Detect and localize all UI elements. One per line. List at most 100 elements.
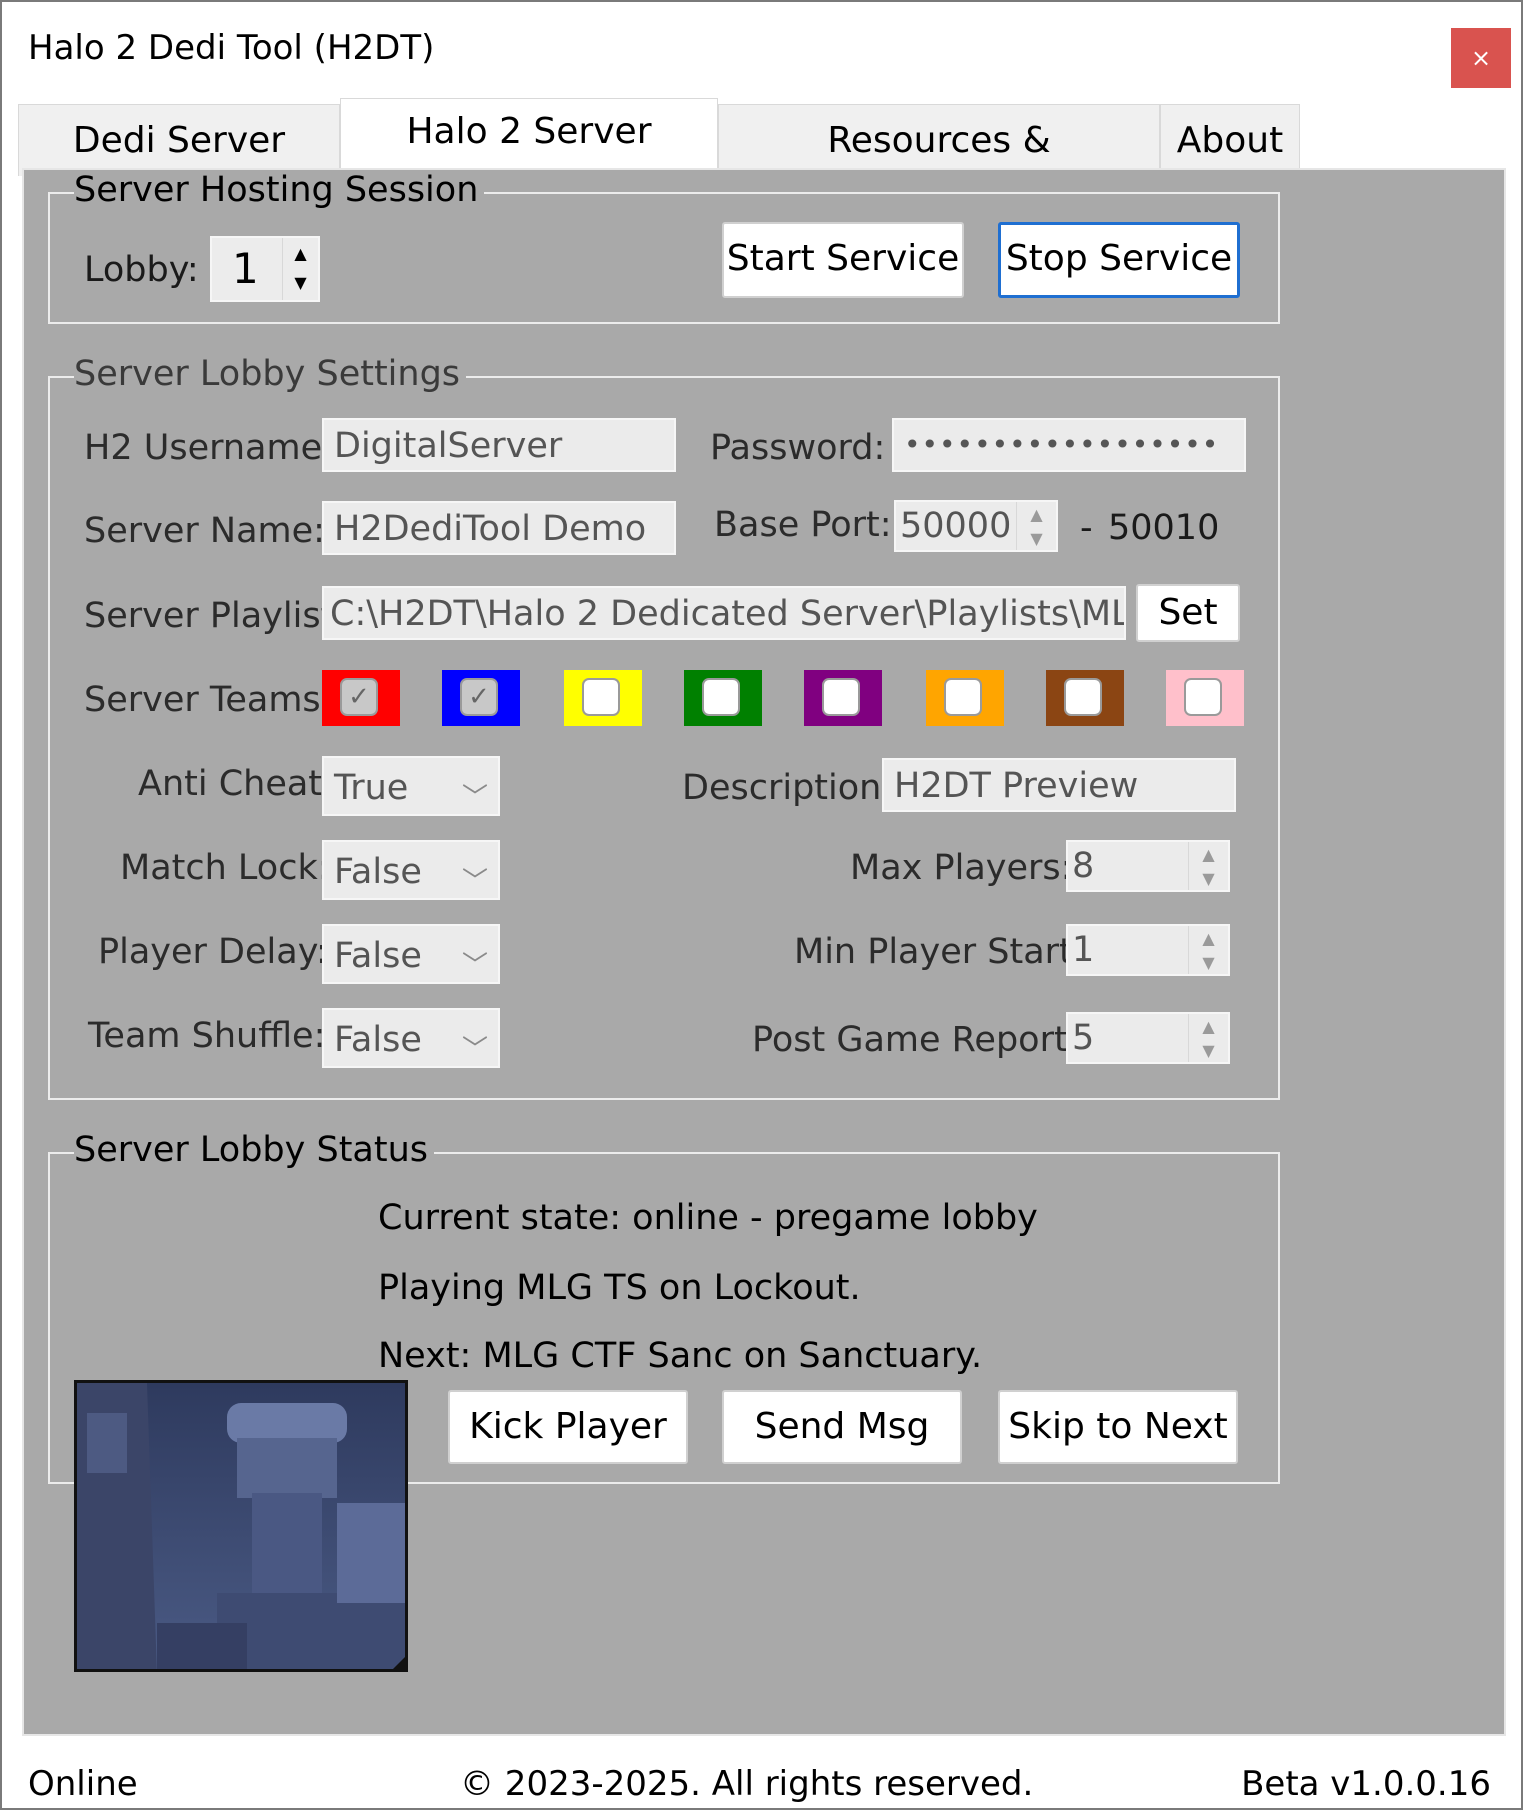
port-range-end: 50010 xyxy=(1108,508,1220,548)
player-delay-select[interactable]: False ﹀ xyxy=(322,924,500,984)
title-bar: Halo 2 Dedi Tool (H2DT) × xyxy=(2,2,1521,98)
player-delay-value: False xyxy=(334,936,422,976)
min-player-start-arrows[interactable]: ▲ ▼ xyxy=(1188,926,1228,974)
min-player-start-value: 1 xyxy=(1072,930,1095,970)
checkmark-icon: ✓ xyxy=(468,682,490,712)
server-lobby-status-title: Server Lobby Status xyxy=(74,1130,434,1170)
spin-up-icon[interactable]: ▲ xyxy=(1189,1014,1228,1038)
chevron-down-icon: ﹀ xyxy=(461,867,488,897)
team-shuffle-select[interactable]: False ﹀ xyxy=(322,1008,500,1068)
match-lock-select[interactable]: False ﹀ xyxy=(322,840,500,900)
port-range-separator: - xyxy=(1080,508,1093,548)
team-color-4 xyxy=(684,670,762,726)
team-color-1: ✓ xyxy=(322,670,400,726)
tab-halo-2-server-hosting[interactable]: Halo 2 Server Hosting xyxy=(340,98,718,218)
team-color-7 xyxy=(1046,670,1124,726)
spin-up-icon[interactable]: ▲ xyxy=(1189,842,1228,866)
base-port-arrows[interactable]: ▲ ▼ xyxy=(1016,502,1056,550)
team-color-2: ✓ xyxy=(442,670,520,726)
server-name-field[interactable]: H2DediTool Demo xyxy=(322,501,676,555)
start-service-button[interactable]: Start Service xyxy=(722,222,964,298)
current-state-text: Current state: online - pregame lobby xyxy=(378,1198,1038,1238)
spin-down-icon[interactable]: ▼ xyxy=(1189,1038,1228,1062)
set-playlist-button[interactable]: Set xyxy=(1136,584,1240,642)
anti-cheat-label: Anti Cheat: xyxy=(138,764,334,804)
status-state: Online xyxy=(28,1764,138,1804)
checkmark-icon: ✓ xyxy=(348,682,370,712)
send-msg-button[interactable]: Send Msg xyxy=(722,1390,962,1464)
lobby-value: 1 xyxy=(232,244,259,293)
next-map-text: Next: MLG CTF Sanc on Sanctuary. xyxy=(378,1336,983,1376)
max-players-spinner[interactable]: 8 ▲ ▼ xyxy=(1066,840,1230,892)
team-color-5 xyxy=(804,670,882,726)
max-players-arrows[interactable]: ▲ ▼ xyxy=(1188,842,1228,890)
tab-resources-maintenance[interactable]: Resources & Maintenance xyxy=(718,104,1160,233)
lobby-label: Lobby: xyxy=(84,250,199,290)
tab-dedi-server-config[interactable]: Dedi Server Config xyxy=(18,104,340,233)
team-checkbox[interactable] xyxy=(1184,678,1222,716)
team-checkbox[interactable] xyxy=(702,678,740,716)
team-color-8 xyxy=(1166,670,1244,726)
spin-down-icon[interactable]: ▼ xyxy=(1189,866,1228,890)
anti-cheat-value: True xyxy=(334,768,409,808)
stop-service-button[interactable]: Stop Service xyxy=(998,222,1240,298)
spin-up-icon[interactable]: ▲ xyxy=(1017,502,1056,526)
team-checkbox[interactable] xyxy=(822,678,860,716)
spin-down-icon[interactable]: ▼ xyxy=(1189,950,1228,974)
post-game-report-arrows[interactable]: ▲ ▼ xyxy=(1188,1014,1228,1062)
password-label: Password: xyxy=(710,428,886,468)
app-window: Halo 2 Dedi Tool (H2DT) × Dedi Server Co… xyxy=(0,0,1523,1810)
close-button[interactable]: × xyxy=(1451,28,1511,88)
spin-down-icon[interactable]: ▼ xyxy=(283,269,318,300)
version-text: Beta v1.0.0.16 xyxy=(1241,1764,1491,1804)
server-teams-label: Server Teams: xyxy=(84,680,333,720)
spin-up-icon[interactable]: ▲ xyxy=(1189,926,1228,950)
team-color-3 xyxy=(564,670,642,726)
anti-cheat-select[interactable]: True ﹀ xyxy=(322,756,500,816)
post-game-report-value: 5 xyxy=(1072,1018,1095,1058)
match-lock-label: Match Lock: xyxy=(120,848,330,888)
chevron-down-icon: ﹀ xyxy=(461,1035,488,1065)
team-checkbox[interactable]: ✓ xyxy=(340,678,378,716)
lobby-spinner-arrows[interactable]: ▲ ▼ xyxy=(282,238,318,300)
skip-to-next-button[interactable]: Skip to Next xyxy=(998,1390,1238,1464)
match-lock-value: False xyxy=(334,852,422,892)
playlist-field[interactable]: C:\H2DT\Halo 2 Dedicated Server\Playlist… xyxy=(322,586,1126,640)
team-checkbox[interactable]: ✓ xyxy=(460,678,498,716)
chevron-down-icon: ﹀ xyxy=(461,951,488,981)
spin-down-icon[interactable]: ▼ xyxy=(1017,526,1056,550)
team-checkbox[interactable] xyxy=(944,678,982,716)
spin-up-icon[interactable]: ▲ xyxy=(283,238,318,269)
team-color-6 xyxy=(926,670,1004,726)
username-field[interactable]: DigitalServer xyxy=(322,418,676,472)
post-game-report-label: Post Game Report: xyxy=(752,1020,1080,1060)
copyright-text: © 2023-2025. All rights reserved. xyxy=(460,1764,1034,1804)
team-shuffle-value: False xyxy=(334,1020,422,1060)
server-lobby-settings-group: Server Lobby Settings H2 Username: Digit… xyxy=(48,354,1280,1100)
max-players-label: Max Players: xyxy=(850,848,1073,888)
server-lobby-settings-title: Server Lobby Settings xyxy=(74,354,467,394)
lockout-map-icon xyxy=(77,1383,405,1669)
min-player-start-label: Min Player Start: xyxy=(794,932,1085,972)
post-game-report-spinner[interactable]: 5 ▲ ▼ xyxy=(1066,1012,1230,1064)
description-field[interactable]: H2DT Preview xyxy=(882,758,1236,812)
base-port-value: 50000 xyxy=(900,506,1012,546)
server-name-label: Server Name: xyxy=(84,511,325,551)
player-delay-label: Player Delay: xyxy=(98,932,328,972)
window-title: Halo 2 Dedi Tool (H2DT) xyxy=(28,28,435,68)
tab-about[interactable]: About xyxy=(1160,104,1300,176)
team-checkbox[interactable] xyxy=(582,678,620,716)
team-checkbox[interactable] xyxy=(1064,678,1102,716)
playlist-label: Server Playlist: xyxy=(84,596,347,636)
base-port-spinner[interactable]: 50000 ▲ ▼ xyxy=(894,500,1058,552)
kick-player-button[interactable]: Kick Player xyxy=(448,1390,688,1464)
server-hosting-session-group: Server Hosting Session Lobby: 1 ▲ ▼ Star… xyxy=(48,170,1280,324)
username-label: H2 Username: xyxy=(84,428,334,468)
max-players-value: 8 xyxy=(1072,846,1095,886)
server-hosting-session-title: Server Hosting Session xyxy=(74,170,485,210)
lobby-spinner[interactable]: 1 ▲ ▼ xyxy=(210,236,320,302)
chevron-down-icon: ﹀ xyxy=(461,783,488,813)
password-field[interactable]: •••••••••••••••••• xyxy=(892,418,1246,472)
now-playing-text: Playing MLG TS on Lockout. xyxy=(378,1268,861,1308)
min-player-start-spinner[interactable]: 1 ▲ ▼ xyxy=(1066,924,1230,976)
